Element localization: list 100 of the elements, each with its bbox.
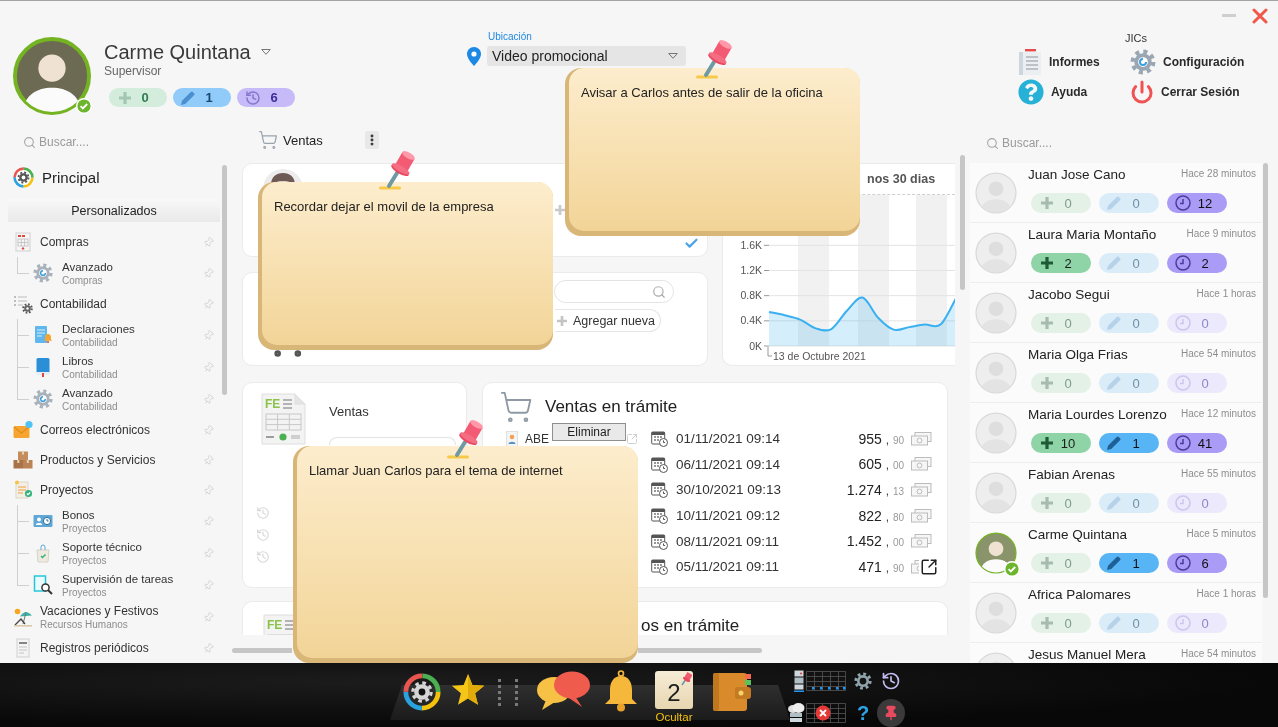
- clock-icon: [1175, 555, 1191, 571]
- menu-item[interactable]: Productos y Servicios: [0, 445, 222, 475]
- scrollbar-thumb[interactable]: [960, 155, 965, 290]
- plus-icon: [1041, 437, 1053, 449]
- plus-icon: [1041, 617, 1053, 629]
- help-button[interactable]: ?: [856, 702, 870, 724]
- help-button[interactable]: Ayuda: [1018, 77, 1088, 107]
- external-link-icon[interactable]: [626, 432, 638, 445]
- user-role: Supervisor: [104, 64, 163, 78]
- scrollbar-thumb[interactable]: [638, 648, 762, 653]
- pin-button[interactable]: [877, 699, 905, 727]
- menu-item[interactable]: Bonos Proyectos: [17, 505, 222, 537]
- counter-value: 0: [1131, 495, 1141, 511]
- location-select[interactable]: Video promocional: [487, 46, 686, 66]
- clock-icon: [1175, 315, 1191, 331]
- axis-label: 0.8K: [740, 289, 762, 302]
- gear-ring-icon[interactable]: [403, 673, 441, 711]
- pencil-icon: [181, 90, 195, 105]
- history-icon[interactable]: [881, 671, 901, 691]
- add-button[interactable]: Agregar nueva: [555, 309, 661, 332]
- spreadsheet-icon: [13, 232, 33, 252]
- location-pin-icon: [467, 46, 481, 66]
- menu-item[interactable]: Registros periódicos: [0, 633, 222, 663]
- pencil-icon: [1107, 316, 1121, 330]
- axis-label: 1.2K: [740, 264, 762, 276]
- menu-item[interactable]: Correos electrónicos: [0, 415, 222, 445]
- user-name: Laura Maria Montaño: [1028, 227, 1157, 243]
- plus-icon[interactable]: [555, 205, 565, 215]
- search-field[interactable]: Buscar....: [1002, 135, 1152, 151]
- menu-item[interactable]: Proyectos: [0, 475, 222, 505]
- book-icon: [33, 357, 53, 377]
- calendar-icon: [651, 507, 668, 525]
- boxes-icon: [13, 450, 33, 470]
- client-name: ABE: [525, 431, 549, 446]
- user-row[interactable]: Jesus Manuel Mera Hace 54 minutos: [970, 643, 1262, 663]
- pushpin-icon: [695, 37, 733, 79]
- search-icon: [986, 136, 999, 150]
- amount: 1.452 , 00: [846, 533, 904, 550]
- user-row[interactable]: Maria Lourdes Lorenzo Hace 12 minutos 10 1 41: [970, 403, 1262, 463]
- user-name: Jacobo Segui: [1028, 287, 1110, 303]
- menu-item[interactable]: Contabilidad: [0, 289, 222, 319]
- menu-item[interactable]: Avanzado Compras: [17, 257, 222, 289]
- person-icon: [506, 430, 518, 447]
- scrollbar-thumb[interactable]: [232, 648, 292, 653]
- sticky-note[interactable]: Llamar Juan Carlos para el tema de internet: [293, 446, 638, 663]
- banknote-icon: [911, 431, 932, 446]
- settings-button[interactable]: Configuración: [1130, 47, 1245, 77]
- user-menu-button[interactable]: Carme Quintana: [104, 40, 295, 64]
- cloud-server-icon[interactable]: [787, 703, 805, 723]
- menu-item[interactable]: Avanzado Contabilidad: [17, 383, 222, 415]
- more-button[interactable]: [364, 131, 379, 149]
- home-nav-item[interactable]: Principal: [0, 164, 108, 191]
- server-icon[interactable]: [794, 670, 804, 692]
- plus-icon: [1041, 317, 1053, 329]
- user-name: Africa Palomares: [1028, 587, 1131, 603]
- cart-icon: [258, 130, 278, 150]
- scrollbar-thumb[interactable]: [1263, 163, 1268, 598]
- logout-button[interactable]: Cerrar Sesión: [1130, 77, 1240, 107]
- user-row[interactable]: Carme Quintana Hace 5 minutos 0 1 6: [970, 523, 1262, 583]
- menu-item[interactable]: Vacaciones y Festivos Recursos Humanos: [0, 601, 222, 633]
- clock-icon: [1175, 195, 1191, 211]
- search-document-icon: [33, 575, 53, 595]
- menu-item[interactable]: Declaraciones Contabilidad: [17, 319, 222, 351]
- settings-icon[interactable]: [854, 672, 872, 690]
- user-row[interactable]: Juan Jose Cano Hace 28 minutos 0 0 12: [970, 163, 1262, 223]
- date-time: 01/11/2021 09:14: [676, 431, 781, 447]
- external-link-icon: [920, 558, 938, 576]
- amount: 822 , 80: [858, 507, 904, 524]
- error-status-icon[interactable]: [806, 703, 846, 723]
- user-row[interactable]: Laura Maria Montaño Hace 9 minutos 2 0 2: [970, 223, 1262, 283]
- counter-value: 2: [1063, 255, 1073, 271]
- close-icon[interactable]: [1252, 7, 1268, 24]
- notes-button[interactable]: 2: [655, 671, 693, 709]
- document-icon: [33, 325, 53, 345]
- reports-button[interactable]: Informes: [1018, 47, 1100, 77]
- menu-item[interactable]: Compras: [0, 227, 222, 257]
- chat-bubbles-icon[interactable]: [535, 670, 591, 712]
- counter-value: 1: [1131, 555, 1141, 571]
- counter-value: 6: [269, 90, 279, 105]
- hide-button[interactable]: Ocultar: [655, 711, 693, 724]
- dotted-separator-icon: [497, 678, 519, 708]
- menu-item[interactable]: Supervisión de tareas Proyectos: [17, 569, 222, 601]
- wallet-icon[interactable]: [712, 671, 752, 713]
- menu-item[interactable]: Soporte técnico Proyectos: [17, 537, 222, 569]
- scrollbar-thumb[interactable]: [222, 165, 227, 395]
- minimize-icon[interactable]: [1222, 14, 1236, 17]
- sticky-note[interactable]: Recordar dejar el movil de la empresa: [258, 182, 553, 350]
- user-row[interactable]: Fabian Arenas Hace 55 minutos 0 0 0: [970, 463, 1262, 523]
- envelope-icon: [13, 420, 33, 440]
- search-field[interactable]: Buscar....: [39, 134, 189, 150]
- user-row[interactable]: Maria Olga Frias Hace 54 minutos 0 0 0: [970, 343, 1262, 403]
- user-row[interactable]: Africa Palomares Hace 1 horas 0 0 0: [970, 583, 1262, 643]
- open-button[interactable]: [919, 557, 939, 577]
- menu-item[interactable]: Libros Contabilidad: [17, 351, 222, 383]
- user-row[interactable]: Jacobo Segui Hace 1 horas 0 0 0: [970, 283, 1262, 343]
- amount: 955 , 90: [858, 430, 904, 447]
- axis-title: 13 de Octubre 2021: [767, 346, 866, 362]
- note-text: Llamar Juan Carlos para el tema de internet: [309, 462, 564, 479]
- sticky-note[interactable]: Avisar a Carlos antes de salir de la oficina: [565, 68, 860, 236]
- counter-value: 0: [1131, 255, 1141, 271]
